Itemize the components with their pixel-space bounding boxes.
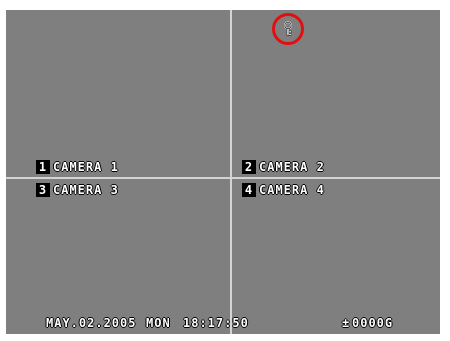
status-disk-usage: 0000G: [352, 316, 394, 330]
key-icon-highlight[interactable]: [272, 13, 304, 45]
camera-label-4[interactable]: 4 CAMERA 4: [242, 183, 325, 197]
camera-name-4: CAMERA 4: [259, 183, 325, 197]
camera-label-2[interactable]: 2 CAMERA 2: [242, 160, 325, 174]
status-date: MAY.02.2005: [46, 316, 137, 330]
camera-name-1: CAMERA 1: [53, 160, 119, 174]
status-bar: MAY.02.2005 MON 18:17:50 ± 0000G: [6, 316, 440, 332]
dvr-monitor-screen: 1 CAMERA 1 2 CAMERA 2 3 CAMERA 3 4 CAMER…: [6, 10, 440, 334]
camera-name-3: CAMERA 3: [53, 183, 119, 197]
quad-divider-horizontal: [6, 177, 440, 179]
camera-number-1: 1: [36, 160, 50, 174]
camera-number-3: 3: [36, 183, 50, 197]
camera-label-1[interactable]: 1 CAMERA 1: [36, 160, 119, 174]
camera-number-4: 4: [242, 183, 256, 197]
status-day: MON: [146, 316, 171, 330]
camera-name-2: CAMERA 2: [259, 160, 325, 174]
status-time: 18:17:50: [183, 316, 249, 330]
key-icon: [283, 21, 293, 36]
camera-label-3[interactable]: 3 CAMERA 3: [36, 183, 119, 197]
quad-divider-vertical: [230, 10, 232, 334]
camera-number-2: 2: [242, 160, 256, 174]
status-disk-marker: ±: [342, 316, 351, 330]
